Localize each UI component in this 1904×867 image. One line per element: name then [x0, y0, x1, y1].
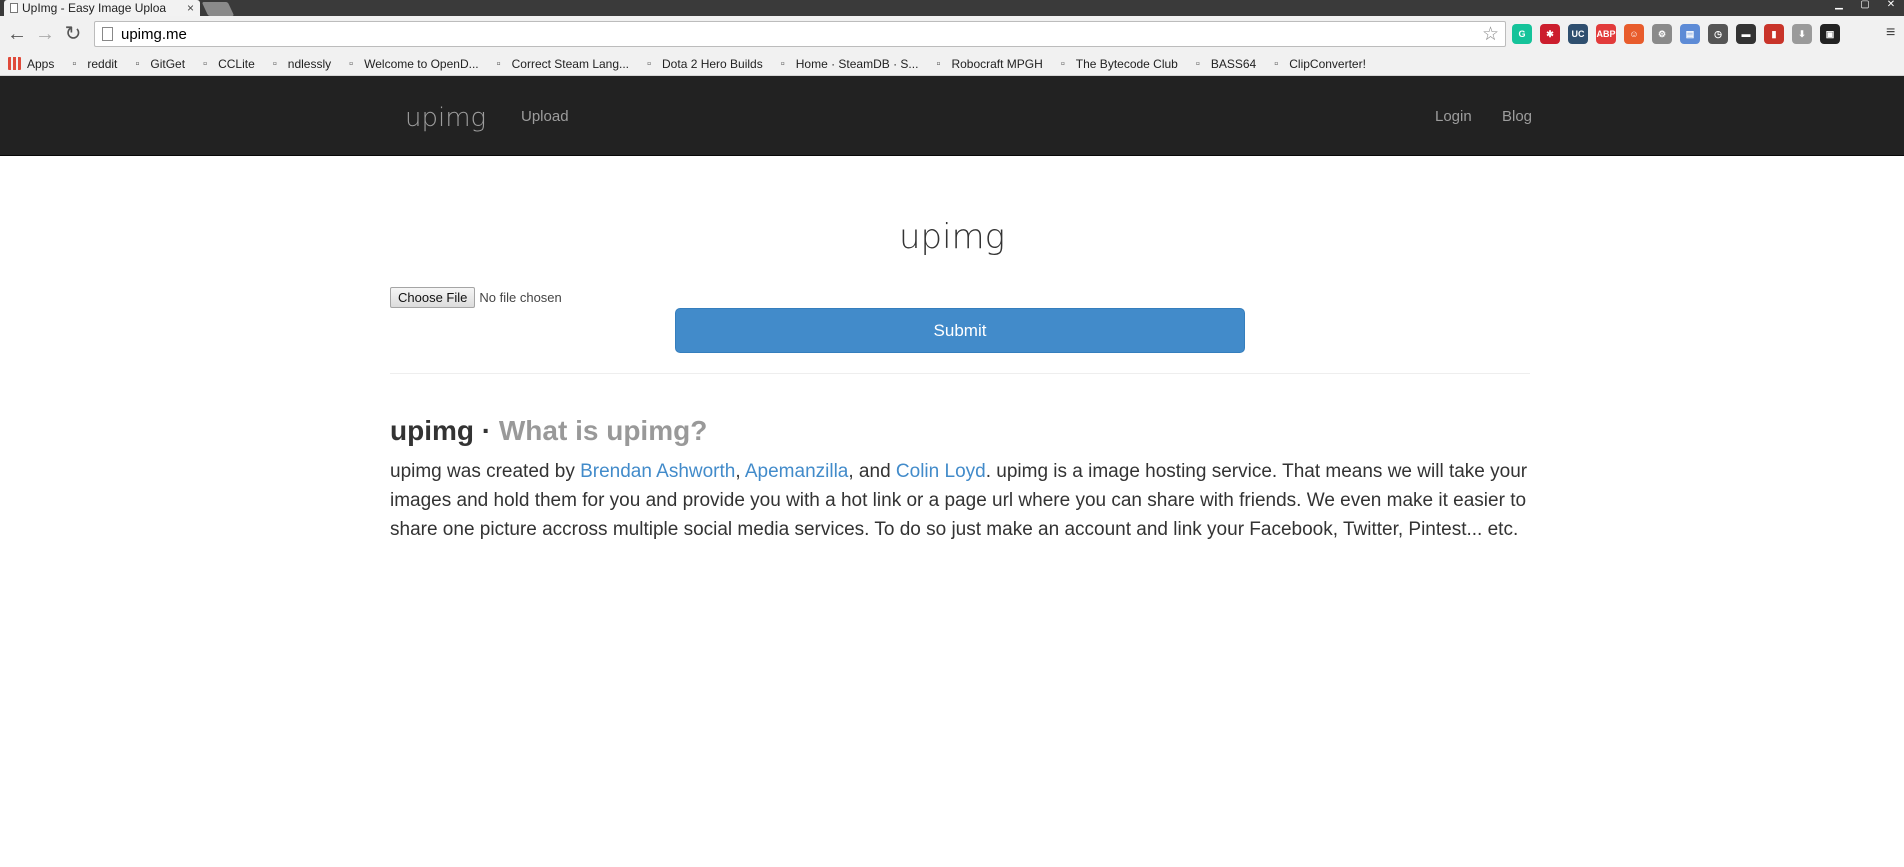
- bookmark-label: ClipConverter!: [1289, 56, 1366, 71]
- bookmark-label: Welcome to OpenD...: [364, 56, 479, 71]
- bookmark-label: Dota 2 Hero Builds: [662, 56, 763, 71]
- bookmark-item[interactable]: ▫ Dota 2 Hero Builds: [642, 57, 763, 71]
- file-input: Choose File No file chosen: [390, 287, 562, 308]
- chrome-menu-icon[interactable]: ≡: [1886, 24, 1900, 42]
- bookmark-label: BASS64: [1210, 56, 1257, 71]
- mask-ext-icon[interactable]: ▬: [1736, 24, 1756, 44]
- author-link-colin[interactable]: Colin Loyd: [896, 461, 986, 482]
- separator-text: ,: [735, 461, 745, 482]
- terminal-icon: ▫: [135, 57, 140, 70]
- bookmark-item[interactable]: ▫ Robocraft MPGH: [931, 57, 1042, 71]
- bookmark-item[interactable]: ▫ Welcome to OpenD...: [344, 56, 479, 71]
- window-controls: ▁ ▢ ✕: [1826, 0, 1904, 12]
- maximize-icon[interactable]: ▢: [1852, 0, 1878, 12]
- java-icon: ▫: [1060, 57, 1065, 70]
- reddit-icon: ▫: [72, 57, 77, 70]
- window-titlebar: UpImg - Easy Image Uploa × ▁ ▢ ✕: [0, 0, 1904, 16]
- bookmark-item[interactable]: ▫ BASS64: [1191, 57, 1256, 71]
- page-icon: ▫: [1274, 57, 1279, 70]
- bookmark-label: Home · SteamDB · S...: [795, 56, 919, 71]
- forward-arrow-icon[interactable]: →: [34, 23, 56, 45]
- back-arrow-icon[interactable]: ←: [6, 23, 28, 45]
- bookmark-label: The Bytecode Club: [1075, 56, 1178, 71]
- bookmark-item[interactable]: ▫ ClipConverter!: [1269, 57, 1366, 71]
- bookmark-label: GitGet: [150, 56, 186, 71]
- browser-toolbar: ← → ↻ upimg.me ☆ G ✱ UC ABP ☺ ⚙ ▤ ◷ ▬ ▮ ⬇ ▣ ≡: [0, 16, 1904, 52]
- bookmark-item[interactable]: ▫ Home · SteamDB · S...: [776, 57, 919, 71]
- submit-button[interactable]: Submit: [675, 308, 1245, 353]
- clock-ext-icon[interactable]: ◷: [1708, 24, 1728, 44]
- bookmark-label: ndlessly: [287, 56, 332, 71]
- new-tab-button[interactable]: [201, 2, 235, 16]
- ucl-icon[interactable]: UC: [1568, 24, 1588, 44]
- about-subtitle: What is upimg?: [498, 415, 708, 446]
- close-window-icon[interactable]: ✕: [1878, 0, 1904, 12]
- apps-grid-icon: [8, 57, 21, 70]
- steam-icon: ▫: [496, 57, 501, 70]
- choose-file-button[interactable]: Choose File: [390, 287, 476, 308]
- bookmark-label: Apps: [27, 56, 55, 71]
- bookmark-label: reddit: [87, 56, 118, 71]
- book-ext-icon[interactable]: ▮: [1764, 24, 1784, 44]
- page-icon: ▫: [1195, 57, 1200, 70]
- dota-icon: ▫: [647, 57, 651, 70]
- tab-close-icon[interactable]: ×: [187, 1, 194, 15]
- nav-login-link[interactable]: Login: [1435, 108, 1472, 125]
- grammarly-icon[interactable]: G: [1512, 24, 1532, 44]
- bookmark-item[interactable]: ▫ CCLite: [198, 57, 255, 71]
- about-text-intro: upimg was created by: [390, 461, 581, 482]
- page-favicon-icon: [10, 3, 18, 13]
- about-heading: upimg · What is upimg?: [390, 415, 707, 447]
- bookmark-label: CCLite: [218, 56, 255, 71]
- lastpass-icon[interactable]: ✱: [1540, 24, 1560, 44]
- mpgh-icon: ▫: [936, 57, 941, 70]
- reload-icon[interactable]: ↻: [62, 23, 84, 45]
- bookmark-label: Correct Steam Lang...: [511, 56, 630, 71]
- page-info-icon[interactable]: [102, 27, 113, 41]
- avatar-ext-icon[interactable]: ☺: [1624, 24, 1644, 44]
- address-url[interactable]: upimg.me: [121, 26, 187, 43]
- bookmarks-bar: Apps ▫ reddit ▫ GitGet ▫ CCLite ▫ ndlessly ▫ Welco…: [0, 52, 1904, 76]
- bookmark-star-icon[interactable]: ☆: [1482, 23, 1499, 46]
- bookmark-item[interactable]: ▫ reddit: [67, 57, 117, 71]
- separator-text: , and: [848, 461, 896, 482]
- bookmark-item[interactable]: ▫ ndlessly: [268, 57, 331, 71]
- about-title: upimg ·: [390, 415, 492, 446]
- download-ext-icon[interactable]: ⬇: [1792, 24, 1812, 44]
- nav-blog-link[interactable]: Blog: [1502, 108, 1532, 125]
- section-divider: [390, 373, 1530, 374]
- bookmark-item[interactable]: ▫ GitGet: [130, 57, 185, 71]
- author-link-apemanzilla[interactable]: Apemanzilla: [745, 461, 849, 482]
- steamdb-icon: ▫: [780, 57, 785, 70]
- opendns-icon: ▫: [349, 57, 354, 70]
- tab-title: UpImg - Easy Image Uploa: [22, 1, 167, 15]
- brand-link[interactable]: upimg: [405, 103, 486, 133]
- minimize-icon[interactable]: ▁: [1826, 0, 1852, 12]
- terminal-icon: ▫: [203, 57, 208, 70]
- bookmark-item[interactable]: ▫ Correct Steam Lang...: [492, 57, 629, 71]
- file-status-text: No file chosen: [479, 290, 562, 305]
- bookmark-item[interactable]: ▫ The Bytecode Club: [1056, 57, 1178, 71]
- docs-ext-icon[interactable]: ▤: [1680, 24, 1700, 44]
- wordpress-icon: ▫: [272, 57, 277, 70]
- extension-icons: G ✱ UC ABP ☺ ⚙ ▤ ◷ ▬ ▮ ⬇ ▣: [1512, 24, 1840, 44]
- bookmark-item[interactable]: Apps: [8, 57, 54, 71]
- screen-ext-icon[interactable]: ▣: [1820, 24, 1840, 44]
- bookmark-label: Robocraft MPGH: [951, 56, 1043, 71]
- browser-tab[interactable]: UpImg - Easy Image Uploa ×: [4, 0, 200, 16]
- adblock-icon[interactable]: ABP: [1596, 24, 1616, 44]
- about-paragraph: upimg was created by Brendan Ashworth, A…: [390, 457, 1530, 544]
- page-title: upimg: [898, 217, 1006, 257]
- author-link-brendan[interactable]: Brendan Ashworth: [580, 461, 735, 482]
- nav-upload-link[interactable]: Upload: [521, 108, 569, 125]
- address-bar[interactable]: upimg.me ☆: [94, 21, 1506, 47]
- settings-ext-icon[interactable]: ⚙: [1652, 24, 1672, 44]
- site-navbar: upimg Upload Login Blog: [0, 76, 1904, 156]
